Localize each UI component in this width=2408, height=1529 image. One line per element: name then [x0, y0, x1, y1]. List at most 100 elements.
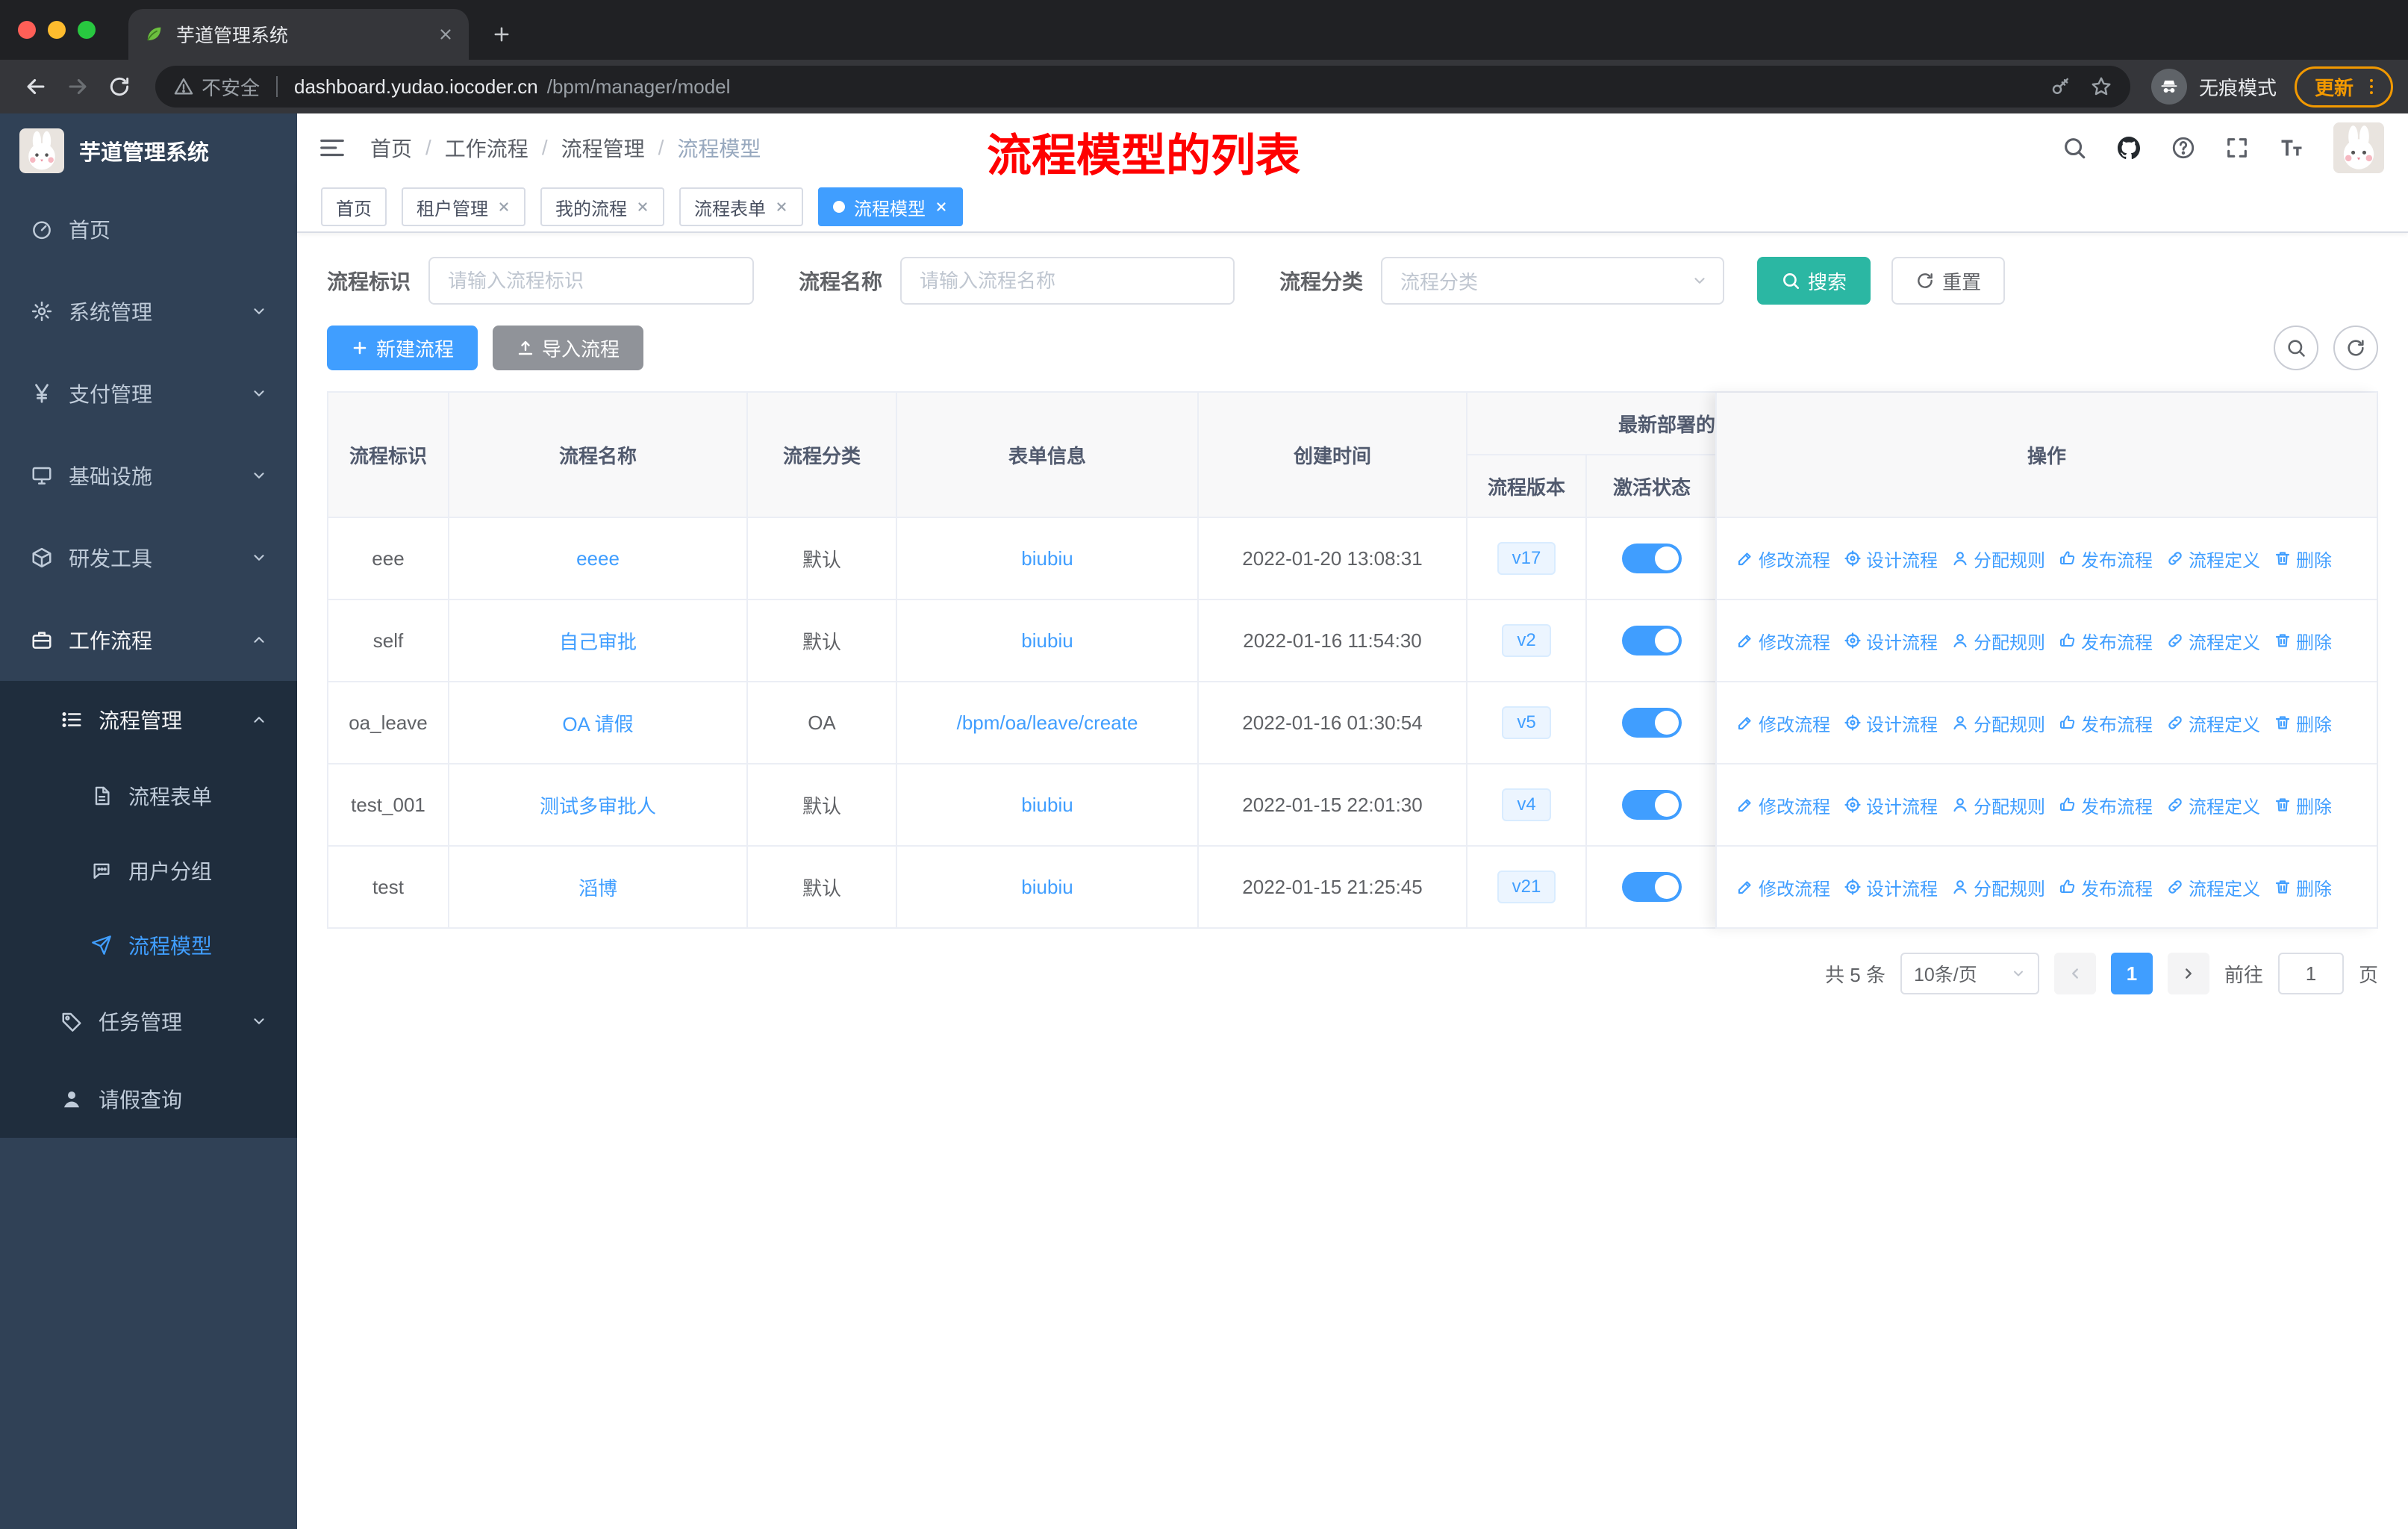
sidebar-item-workflow[interactable]: 工作流程 — [0, 599, 297, 681]
process-definition-link[interactable]: 流程定义 — [2166, 710, 2260, 736]
assign-rule-link[interactable]: 分配规则 — [1951, 874, 2045, 900]
browser-tab[interactable]: 芋道管理系统 — [128, 9, 469, 60]
delete-process-link[interactable]: 删除 — [2274, 710, 2332, 736]
active-toggle[interactable] — [1622, 790, 1682, 820]
publish-process-link[interactable]: 发布流程 — [2059, 710, 2153, 736]
breadcrumb-process-management[interactable]: 流程管理 — [561, 133, 645, 163]
active-toggle[interactable] — [1622, 708, 1682, 738]
delete-process-link[interactable]: 删除 — [2274, 546, 2332, 572]
design-process-link[interactable]: 设计流程 — [1844, 874, 1938, 900]
assign-rule-link[interactable]: 分配规则 — [1951, 546, 2045, 572]
password-key-icon[interactable] — [2050, 75, 2072, 98]
process-name-link[interactable]: OA 请假 — [562, 709, 633, 737]
process-definition-link[interactable]: 流程定义 — [2166, 792, 2260, 818]
publish-process-link[interactable]: 发布流程 — [2059, 792, 2153, 818]
new-tab-button[interactable] — [481, 13, 523, 55]
close-icon[interactable] — [935, 200, 948, 214]
toggle-search-button[interactable] — [2274, 326, 2318, 370]
process-definition-link[interactable]: 流程定义 — [2166, 874, 2260, 900]
sidebar-item-process-management[interactable]: 流程管理 — [0, 681, 297, 759]
edit-process-link[interactable]: 修改流程 — [1736, 874, 1830, 900]
address-bar[interactable]: 不安全 dashboard.yudao.iocoder.cn/bpm/manag… — [155, 66, 2130, 108]
sidebar-item-system[interactable]: 系统管理 — [0, 270, 297, 352]
delete-process-link[interactable]: 删除 — [2274, 628, 2332, 654]
security-chip[interactable]: 不安全 — [173, 73, 260, 101]
form-info-link[interactable]: biubiu — [1021, 547, 1073, 570]
close-icon[interactable] — [636, 200, 649, 214]
assign-rule-link[interactable]: 分配规则 — [1951, 792, 2045, 818]
font-size-icon[interactable] — [2278, 134, 2305, 161]
page-size-select[interactable]: 10条/页 — [1900, 953, 2039, 994]
view-tag-process-model[interactable]: 流程模型 — [818, 187, 963, 226]
sidebar-item-leave-query[interactable]: 请假查询 — [0, 1060, 297, 1138]
close-icon[interactable] — [775, 200, 788, 214]
form-info-link[interactable]: biubiu — [1021, 794, 1073, 817]
sidebar-item-task-management[interactable]: 任务管理 — [0, 983, 297, 1060]
window-minimize-button[interactable] — [48, 21, 66, 39]
fullscreen-icon[interactable] — [2224, 135, 2250, 161]
design-process-link[interactable]: 设计流程 — [1844, 546, 1938, 572]
design-process-link[interactable]: 设计流程 — [1844, 628, 1938, 654]
window-close-button[interactable] — [18, 21, 36, 39]
process-definition-link[interactable]: 流程定义 — [2166, 628, 2260, 654]
refresh-table-button[interactable] — [2333, 326, 2378, 370]
publish-process-link[interactable]: 发布流程 — [2059, 628, 2153, 654]
assign-rule-link[interactable]: 分配规则 — [1951, 710, 2045, 736]
sidebar-item-infrastructure[interactable]: 基础设施 — [0, 435, 297, 517]
active-toggle[interactable] — [1622, 544, 1682, 573]
reset-button[interactable]: 重置 — [1891, 257, 2006, 305]
app-logo[interactable]: 芋道管理系统 — [0, 113, 297, 188]
hamburger-icon[interactable] — [318, 134, 346, 162]
form-info-link[interactable]: biubiu — [1021, 876, 1073, 899]
forward-button[interactable] — [57, 66, 99, 108]
process-id-input[interactable] — [428, 257, 755, 305]
process-name-link[interactable]: 测试多审批人 — [540, 791, 656, 819]
design-process-link[interactable]: 设计流程 — [1844, 710, 1938, 736]
import-process-button[interactable]: 导入流程 — [493, 326, 644, 370]
delete-process-link[interactable]: 删除 — [2274, 792, 2332, 818]
search-icon[interactable] — [2062, 135, 2087, 161]
sidebar-item-payment[interactable]: 支付管理 — [0, 352, 297, 435]
close-icon[interactable] — [497, 200, 511, 214]
current-page-button[interactable]: 1 — [2110, 953, 2153, 994]
edit-process-link[interactable]: 修改流程 — [1736, 628, 1830, 654]
active-toggle[interactable] — [1622, 872, 1682, 902]
edit-process-link[interactable]: 修改流程 — [1736, 792, 1830, 818]
back-button[interactable] — [15, 66, 57, 108]
view-tag-home[interactable]: 首页 — [321, 187, 387, 226]
next-page-button[interactable] — [2167, 953, 2209, 994]
edit-process-link[interactable]: 修改流程 — [1736, 546, 1830, 572]
process-name-link[interactable]: eeee — [576, 547, 620, 570]
publish-process-link[interactable]: 发布流程 — [2059, 546, 2153, 572]
process-category-select[interactable]: 流程分类 — [1381, 257, 1725, 305]
process-name-link[interactable]: 自己审批 — [559, 627, 637, 655]
sidebar-item-dev-tools[interactable]: 研发工具 — [0, 517, 297, 599]
design-process-link[interactable]: 设计流程 — [1844, 792, 1938, 818]
view-tag-process-form[interactable]: 流程表单 — [679, 187, 803, 226]
view-tag-tenant[interactable]: 租户管理 — [402, 187, 525, 226]
tab-close-icon[interactable] — [437, 26, 454, 43]
help-icon[interactable] — [2171, 135, 2196, 161]
active-toggle[interactable] — [1622, 626, 1682, 655]
search-button[interactable]: 搜索 — [1757, 257, 1871, 305]
process-name-input[interactable] — [900, 257, 1235, 305]
sidebar-item-home[interactable]: 首页 — [0, 188, 297, 270]
form-info-link[interactable]: biubiu — [1021, 629, 1073, 653]
create-process-button[interactable]: 新建流程 — [327, 326, 478, 370]
process-name-link[interactable]: 滔博 — [578, 874, 617, 901]
sidebar-item-user-group[interactable]: 用户分组 — [0, 833, 297, 908]
delete-process-link[interactable]: 删除 — [2274, 874, 2332, 900]
assign-rule-link[interactable]: 分配规则 — [1951, 628, 2045, 654]
window-zoom-button[interactable] — [78, 21, 96, 39]
view-tag-my-process[interactable]: 我的流程 — [540, 187, 664, 226]
update-button[interactable]: 更新 — [2294, 66, 2393, 108]
breadcrumb-home[interactable]: 首页 — [370, 133, 412, 163]
process-definition-link[interactable]: 流程定义 — [2166, 546, 2260, 572]
goto-page-input[interactable] — [2277, 953, 2344, 994]
breadcrumb-workflow[interactable]: 工作流程 — [445, 133, 528, 163]
bookmark-star-icon[interactable] — [2090, 75, 2112, 98]
user-avatar[interactable] — [2333, 122, 2384, 173]
edit-process-link[interactable]: 修改流程 — [1736, 710, 1830, 736]
publish-process-link[interactable]: 发布流程 — [2059, 874, 2153, 900]
reload-button[interactable] — [99, 66, 140, 108]
